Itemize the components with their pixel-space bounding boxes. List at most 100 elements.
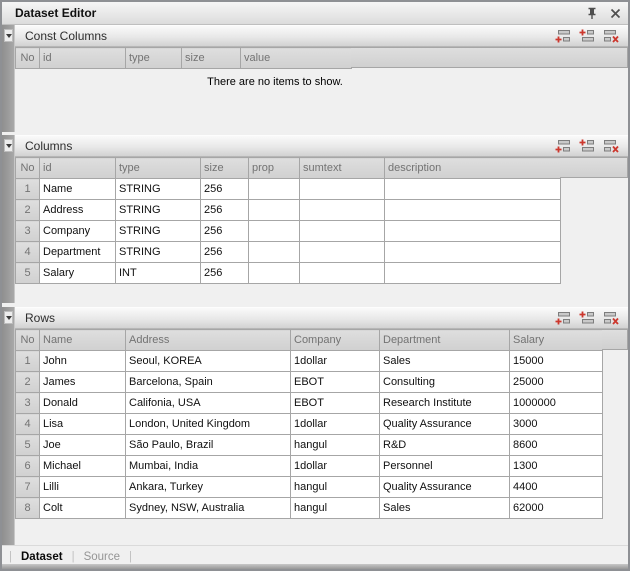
column-header-size[interactable]: size xyxy=(201,158,249,179)
collapse-button[interactable] xyxy=(4,139,13,152)
cell-salary[interactable]: 25000 xyxy=(510,372,603,393)
cell-address[interactable]: Barcelona, Spain xyxy=(126,372,291,393)
cell-prop[interactable] xyxy=(249,200,300,221)
cell-salary[interactable]: 62000 xyxy=(510,498,603,519)
pin-button[interactable] xyxy=(585,6,599,20)
cell-company[interactable]: hangul xyxy=(291,477,380,498)
cell-department[interactable]: Quality Assurance xyxy=(380,477,510,498)
cell-name[interactable]: Joe xyxy=(40,435,126,456)
column-header-description[interactable]: description xyxy=(385,158,561,179)
cell-address[interactable]: Ankara, Turkey xyxy=(126,477,291,498)
cell-sumtext[interactable] xyxy=(300,221,385,242)
cell-prop[interactable] xyxy=(249,242,300,263)
cell-salary[interactable]: 3000 xyxy=(510,414,603,435)
cell-prop[interactable] xyxy=(249,179,300,200)
close-button[interactable] xyxy=(608,6,622,20)
cell-address[interactable]: Seoul, KOREA xyxy=(126,351,291,372)
cell-sumtext[interactable] xyxy=(300,263,385,284)
insert-row-button[interactable] xyxy=(579,139,595,153)
cell-type[interactable]: STRING xyxy=(116,179,201,200)
cell-no[interactable]: 4 xyxy=(16,414,40,435)
cell-id[interactable]: Name xyxy=(40,179,116,200)
cell-no[interactable]: 8 xyxy=(16,498,40,519)
cell-no[interactable]: 7 xyxy=(16,477,40,498)
column-header-name[interactable]: Name xyxy=(40,330,126,351)
column-header-no[interactable]: No xyxy=(16,48,40,69)
column-header-id[interactable]: id xyxy=(40,48,126,69)
insert-row-button[interactable] xyxy=(579,311,595,325)
cell-name[interactable]: Donald xyxy=(40,393,126,414)
cell-department[interactable]: R&D xyxy=(380,435,510,456)
cell-no[interactable]: 2 xyxy=(16,372,40,393)
cell-id[interactable]: Address xyxy=(40,200,116,221)
cell-prop[interactable] xyxy=(249,263,300,284)
cell-sumtext[interactable] xyxy=(300,179,385,200)
cell-salary[interactable]: 1000000 xyxy=(510,393,603,414)
cell-sumtext[interactable] xyxy=(300,242,385,263)
cell-size[interactable]: 256 xyxy=(201,242,249,263)
cell-department[interactable]: Sales xyxy=(380,351,510,372)
cell-id[interactable]: Company xyxy=(40,221,116,242)
cell-no[interactable]: 1 xyxy=(16,179,40,200)
cell-company[interactable]: hangul xyxy=(291,435,380,456)
column-header-salary[interactable]: Salary xyxy=(510,330,603,351)
column-header-address[interactable]: Address xyxy=(126,330,291,351)
column-header-company[interactable]: Company xyxy=(291,330,380,351)
cell-no[interactable]: 5 xyxy=(16,263,40,284)
cell-salary[interactable]: 15000 xyxy=(510,351,603,372)
cell-description[interactable] xyxy=(385,179,561,200)
column-header-type[interactable]: type xyxy=(116,158,201,179)
cell-size[interactable]: 256 xyxy=(201,221,249,242)
delete-row-button[interactable] xyxy=(603,311,619,325)
cell-salary[interactable]: 4400 xyxy=(510,477,603,498)
column-header-value[interactable]: value xyxy=(241,48,352,69)
cell-address[interactable]: São Paulo, Brazil xyxy=(126,435,291,456)
column-header-type[interactable]: type xyxy=(126,48,182,69)
cell-address[interactable]: London, United Kingdom xyxy=(126,414,291,435)
tab-dataset[interactable]: Dataset xyxy=(21,551,63,563)
cell-company[interactable]: EBOT xyxy=(291,393,380,414)
cell-type[interactable]: INT xyxy=(116,263,201,284)
cell-size[interactable]: 256 xyxy=(201,179,249,200)
column-header-id[interactable]: id xyxy=(40,158,116,179)
cell-department[interactable]: Sales xyxy=(380,498,510,519)
column-header-no[interactable]: No xyxy=(16,158,40,179)
cell-company[interactable]: 1dollar xyxy=(291,456,380,477)
collapse-button[interactable] xyxy=(4,29,13,42)
cell-company[interactable]: 1dollar xyxy=(291,351,380,372)
insert-row-button[interactable] xyxy=(579,29,595,43)
cell-description[interactable] xyxy=(385,200,561,221)
add-row-button[interactable] xyxy=(555,139,571,153)
collapse-button[interactable] xyxy=(4,311,13,324)
cell-company[interactable]: EBOT xyxy=(291,372,380,393)
cell-no[interactable]: 1 xyxy=(16,351,40,372)
cell-name[interactable]: Lisa xyxy=(40,414,126,435)
cell-address[interactable]: Califonia, USA xyxy=(126,393,291,414)
delete-row-button[interactable] xyxy=(603,29,619,43)
add-row-button[interactable] xyxy=(555,29,571,43)
column-header-sumtext[interactable]: sumtext xyxy=(300,158,385,179)
cell-no[interactable]: 5 xyxy=(16,435,40,456)
cell-description[interactable] xyxy=(385,263,561,284)
column-header-size[interactable]: size xyxy=(182,48,241,69)
cell-description[interactable] xyxy=(385,242,561,263)
cell-address[interactable]: Mumbai, India xyxy=(126,456,291,477)
cell-size[interactable]: 256 xyxy=(201,200,249,221)
delete-row-button[interactable] xyxy=(603,139,619,153)
column-header-no[interactable]: No xyxy=(16,330,40,351)
cell-no[interactable]: 3 xyxy=(16,221,40,242)
cell-sumtext[interactable] xyxy=(300,200,385,221)
column-header-department[interactable]: Department xyxy=(380,330,510,351)
tab-source[interactable]: Source xyxy=(84,551,120,563)
cell-size[interactable]: 256 xyxy=(201,263,249,284)
column-header-prop[interactable]: prop xyxy=(249,158,300,179)
cell-type[interactable]: STRING xyxy=(116,221,201,242)
cell-type[interactable]: STRING xyxy=(116,242,201,263)
cell-department[interactable]: Quality Assurance xyxy=(380,414,510,435)
cell-no[interactable]: 2 xyxy=(16,200,40,221)
cell-no[interactable]: 4 xyxy=(16,242,40,263)
cell-company[interactable]: 1dollar xyxy=(291,414,380,435)
cell-description[interactable] xyxy=(385,221,561,242)
cell-no[interactable]: 3 xyxy=(16,393,40,414)
cell-department[interactable]: Research Institute xyxy=(380,393,510,414)
